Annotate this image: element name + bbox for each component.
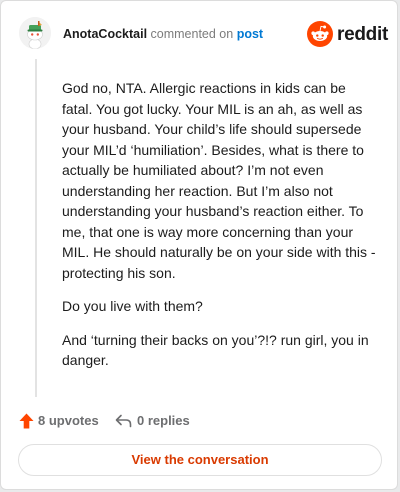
user-avatar[interactable]	[19, 17, 51, 49]
thread-line	[35, 59, 37, 397]
reddit-logo[interactable]: reddit	[307, 19, 388, 49]
brand-wordmark: reddit	[337, 24, 388, 45]
byline-action-text: commented on	[150, 27, 234, 41]
replies-button[interactable]: 0 replies	[115, 411, 205, 431]
comment-byline: AnotaCocktail commented on post	[63, 27, 263, 41]
reddit-alien-icon	[307, 21, 333, 47]
view-conversation-button[interactable]: View the conversation	[18, 444, 382, 476]
replies-count: 0 replies	[137, 413, 190, 428]
reply-arrow-icon	[115, 414, 132, 428]
upvote-arrow-icon	[19, 413, 34, 429]
upvotes-button[interactable]: 8 upvotes	[19, 411, 109, 431]
upvotes-count: 8 upvotes	[38, 413, 99, 428]
comment-paragraph: God no, NTA. Allergic reactions in kids …	[62, 80, 376, 281]
author-username[interactable]: AnotaCocktail	[63, 27, 147, 41]
comment-paragraph: And ‘turning their backs on you’?!? run …	[62, 331, 369, 369]
comment-header: AnotaCocktail commented on post reddit	[19, 17, 388, 51]
comment-body: God no, NTA. Allergic reactions in kids …	[62, 78, 378, 384]
comment-paragraph: Do you live with them?	[62, 298, 203, 314]
embedded-comment-card: AnotaCocktail commented on post reddit G…	[0, 0, 398, 490]
snoo-avatar-icon	[19, 17, 51, 49]
post-link[interactable]: post	[237, 27, 263, 41]
